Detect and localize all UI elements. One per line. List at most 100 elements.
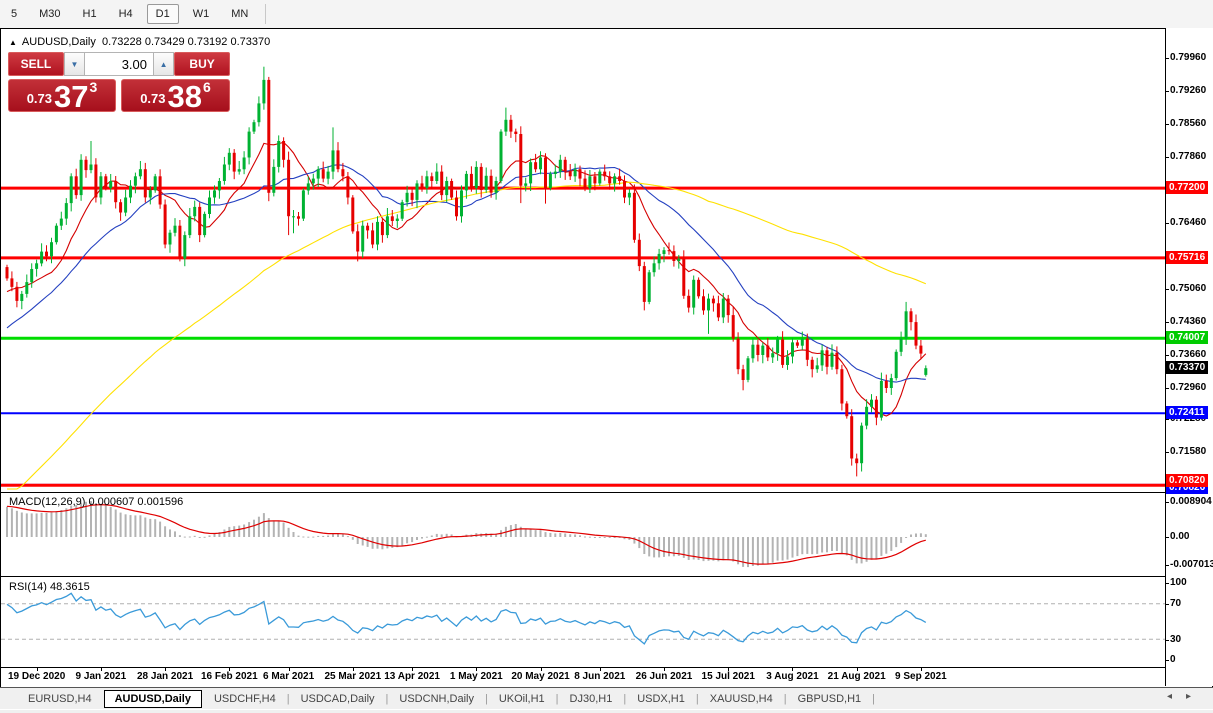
tab-separator: | bbox=[485, 693, 488, 705]
tab-scroll-left-icon: ◂ bbox=[1167, 691, 1186, 702]
price-axis-label: 0.79960 bbox=[1170, 52, 1206, 63]
date-axis-label: 15 Jul 2021 bbox=[702, 671, 755, 682]
price-line-badge: 0.75716 bbox=[1166, 251, 1208, 264]
price-line-badge: 0.77200 bbox=[1166, 181, 1208, 194]
date-axis-label: 20 May 2021 bbox=[511, 671, 569, 682]
date-axis-label: 9 Jan 2021 bbox=[76, 671, 127, 682]
sell-button[interactable]: SELL bbox=[8, 52, 64, 76]
chart-tab-eurusd[interactable]: EURUSD,H4 bbox=[18, 691, 102, 707]
axis-tick bbox=[1166, 124, 1169, 125]
volume-input[interactable] bbox=[85, 52, 153, 76]
price-axis-label: 0.73660 bbox=[1170, 349, 1206, 360]
rsi-axis-label: 100 bbox=[1170, 577, 1187, 588]
rsi-panel[interactable] bbox=[1, 577, 1165, 666]
rsi-label: RSI(14) 48.3615 bbox=[9, 581, 90, 593]
one-click-trade-panel: SELL ▼ ▲ BUY 0.73 37 3 0.73 38 6 bbox=[8, 52, 230, 112]
date-axis-label: 21 Aug 2021 bbox=[828, 671, 886, 682]
chart-title: ▲ AUDUSD,Daily 0.73228 0.73429 0.73192 0.… bbox=[9, 36, 270, 48]
axis-tick bbox=[1166, 388, 1169, 389]
macd-divider[interactable] bbox=[0, 492, 1213, 493]
chart-tab-audusd[interactable]: AUDUSD,Daily bbox=[104, 690, 202, 708]
tab-separator: | bbox=[386, 693, 389, 705]
price-axis-label: 0.75060 bbox=[1170, 283, 1206, 294]
axis-tick bbox=[1166, 322, 1169, 323]
axis-tick bbox=[1166, 419, 1169, 420]
timeframe-5[interactable]: 5 bbox=[3, 5, 25, 23]
volume-decrease-button[interactable]: ▼ bbox=[64, 52, 85, 76]
date-axis-label: 25 Mar 2021 bbox=[324, 671, 381, 682]
date-axis-label: 26 Jun 2021 bbox=[636, 671, 693, 682]
price-axis-label: 0.74360 bbox=[1170, 316, 1206, 327]
chart-tab-dj30[interactable]: DJ30,H1 bbox=[560, 691, 623, 707]
timeframe-m30[interactable]: M30 bbox=[31, 5, 68, 23]
tab-separator: | bbox=[872, 693, 875, 705]
price-axis-label: 0.76460 bbox=[1170, 217, 1206, 228]
buy-price-button[interactable]: 0.73 38 6 bbox=[121, 79, 230, 112]
timeframe-toolbar: 5 M30 H1 H4 D1 W1 MN bbox=[0, 0, 1213, 29]
toolbar-separator bbox=[265, 4, 266, 24]
chart-tab-usdx[interactable]: USDX,H1 bbox=[627, 691, 695, 707]
buy-button[interactable]: BUY bbox=[174, 52, 230, 76]
tab-scroll-right-icon: ▸ bbox=[1186, 691, 1205, 702]
price-axis-label: 0.78560 bbox=[1170, 118, 1206, 129]
tab-separator: | bbox=[784, 693, 787, 705]
axis-tick bbox=[1166, 58, 1169, 59]
price-axis-label: 0.72960 bbox=[1170, 382, 1206, 393]
sell-price-pips: 37 bbox=[54, 84, 88, 109]
timeframe-h4[interactable]: H4 bbox=[111, 5, 141, 23]
chart-tab-ukoil[interactable]: UKOil,H1 bbox=[489, 691, 555, 707]
date-axis-label: 6 Mar 2021 bbox=[263, 671, 314, 682]
chart-tab-xauusd[interactable]: XAUUSD,H4 bbox=[700, 691, 783, 707]
timeframe-h1[interactable]: H1 bbox=[75, 5, 105, 23]
timeframe-mn[interactable]: MN bbox=[223, 5, 256, 23]
buy-price-pips: 38 bbox=[168, 84, 202, 109]
date-axis-label: 8 Jun 2021 bbox=[574, 671, 625, 682]
terminal-window: 5 M30 H1 H4 D1 W1 MN ▲ AUDUSD,Daily 0.73228 0.7… bbox=[0, 0, 1213, 713]
axis-tick bbox=[1166, 289, 1169, 290]
date-axis-label: 9 Sep 2021 bbox=[895, 671, 947, 682]
macd-label: MACD(12,26,9) 0.000607 0.001596 bbox=[9, 496, 183, 508]
rsi-axis-label: 30 bbox=[1170, 634, 1181, 645]
axis-tick bbox=[1166, 157, 1169, 158]
date-axis-label: 1 May 2021 bbox=[450, 671, 503, 682]
collapse-arrow-icon[interactable]: ▲ bbox=[9, 38, 17, 47]
axis-tick bbox=[1166, 91, 1169, 92]
date-axis-label: 13 Apr 2021 bbox=[384, 671, 440, 682]
tab-separator: | bbox=[556, 693, 559, 705]
tab-scroll-arrows[interactable]: ◂▸ bbox=[1167, 691, 1205, 702]
tab-separator: | bbox=[696, 693, 699, 705]
chart-ohlc-values: 0.73228 0.73429 0.73192 0.73370 bbox=[102, 36, 270, 48]
sell-price-prefix: 0.73 bbox=[27, 91, 52, 106]
price-axis-label: 0.79260 bbox=[1170, 85, 1206, 96]
buy-price-prefix: 0.73 bbox=[140, 91, 165, 106]
chart-tab-usdchf[interactable]: USDCHF,H4 bbox=[204, 691, 286, 707]
price-line-badge: 0.70820 bbox=[1166, 474, 1208, 487]
macd-axis-label: -0.007013 bbox=[1170, 559, 1213, 570]
price-line-badge: 0.73370 bbox=[1166, 361, 1208, 374]
date-axis-label: 16 Feb 2021 bbox=[201, 671, 258, 682]
tab-separator: | bbox=[287, 693, 290, 705]
date-axis-label: 19 Dec 2020 bbox=[8, 671, 65, 682]
chart-tab-usdcad[interactable]: USDCAD,Daily bbox=[291, 691, 385, 707]
timeframe-d1[interactable]: D1 bbox=[147, 4, 179, 24]
status-strip bbox=[0, 709, 1213, 713]
axis-tick bbox=[1166, 223, 1169, 224]
macd-axis-label: 0.00 bbox=[1170, 531, 1189, 542]
price-axis: 0.799600.792600.785600.778600.764600.750… bbox=[1166, 28, 1213, 686]
chart-tab-usdcnh[interactable]: USDCNH,Daily bbox=[389, 691, 484, 707]
volume-increase-button[interactable]: ▲ bbox=[153, 52, 174, 76]
timeframe-w1[interactable]: W1 bbox=[185, 5, 218, 23]
date-axis: 19 Dec 2020 9 Jan 2021 28 Jan 2021 16 Feb 2… bbox=[1, 667, 1165, 686]
rsi-axis-label: 0 bbox=[1170, 654, 1176, 665]
price-axis-label: 0.71580 bbox=[1170, 446, 1206, 457]
rsi-divider[interactable] bbox=[0, 576, 1213, 577]
sell-price-button[interactable]: 0.73 37 3 bbox=[8, 79, 116, 112]
date-axis-label: 3 Aug 2021 bbox=[766, 671, 818, 682]
sell-price-point: 3 bbox=[90, 79, 98, 95]
price-line-badge: 0.72411 bbox=[1166, 406, 1208, 419]
date-axis-label: 28 Jan 2021 bbox=[137, 671, 193, 682]
tab-separator: | bbox=[623, 693, 626, 705]
chart-tab-bar: EURUSD,H4AUDUSD,DailyUSDCHF,H4|USDCAD,Da… bbox=[0, 687, 1213, 710]
chart-symbol-label: AUDUSD,Daily bbox=[22, 36, 96, 48]
chart-tab-gbpusd[interactable]: GBPUSD,H1 bbox=[788, 691, 872, 707]
